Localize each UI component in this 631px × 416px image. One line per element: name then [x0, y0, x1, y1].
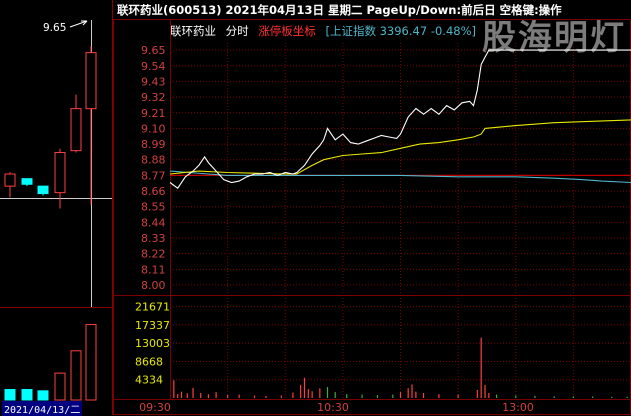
candle-body	[37, 185, 49, 195]
intraday-chart[interactable]: 9.65 9.54 9.43 9.32 9.21 9.10 8.99 8.88 8.77 8.66…	[113, 19, 631, 415]
price-tick-label: 8.22	[141, 248, 166, 261]
daily-volume-bar	[21, 389, 33, 401]
volume-tick-label: 8668	[135, 355, 163, 368]
daily-volume-bar	[37, 390, 49, 401]
daily-volume-bar	[54, 372, 66, 401]
chart-frame	[113, 19, 631, 415]
grid	[113, 19, 631, 415]
price-tick-label: 8.11	[141, 263, 166, 276]
price-tick-label: 9.21	[141, 107, 166, 120]
candle-body	[4, 173, 16, 187]
price-axis: 9.65 9.54 9.43 9.32 9.21 9.10 8.99 8.88 8.77 8.66…	[141, 44, 166, 292]
price-tick-label: 9.10	[141, 122, 166, 135]
price-tick-label: 9.54	[141, 60, 166, 73]
volume-tick-label: 13003	[135, 337, 170, 350]
time-axis: 09:30 10:30 13:00	[139, 401, 534, 414]
time-tick-label: 09:30	[139, 401, 171, 414]
daily-volume-bar	[85, 324, 97, 401]
volume-axis: 21671 17337 13003 8668 4334	[135, 301, 170, 387]
daily-volume-bar	[70, 350, 82, 401]
price-tick-label: 8.33	[141, 232, 166, 245]
candle-body	[70, 108, 82, 152]
price-tick-label: 9.65	[141, 44, 166, 57]
high-price-label: 9.65	[43, 22, 66, 34]
daily-kline-panel[interactable]: 9.65	[0, 0, 113, 415]
left-volume-group	[4, 324, 97, 401]
price-tick-label: 9.43	[141, 75, 166, 88]
volume-tick-label: 17337	[135, 319, 170, 332]
daily-volume-bar	[4, 389, 16, 401]
price-tick-label: 8.77	[141, 169, 166, 182]
time-tick-label: 10:30	[317, 401, 349, 414]
candle-body	[54, 152, 66, 194]
candle-body	[85, 52, 97, 110]
price-tick-label: 8.44	[141, 216, 166, 229]
date-label: 2021/04/13/二	[2, 401, 83, 416]
price-tick-label: 8.88	[141, 154, 166, 167]
price-tick-label: 8.99	[141, 138, 166, 151]
volume-tick-label: 4334	[135, 374, 163, 387]
candle-body	[21, 178, 33, 185]
price-tick-label: 8.66	[141, 185, 166, 198]
price-tick-label: 8.00	[141, 279, 166, 292]
price-tick-label: 9.32	[141, 91, 166, 104]
price-tick-label: 8.55	[141, 201, 166, 214]
candles-group	[4, 46, 97, 209]
volume-tick-label: 21671	[135, 301, 170, 314]
time-tick-label: 13:00	[502, 401, 534, 414]
